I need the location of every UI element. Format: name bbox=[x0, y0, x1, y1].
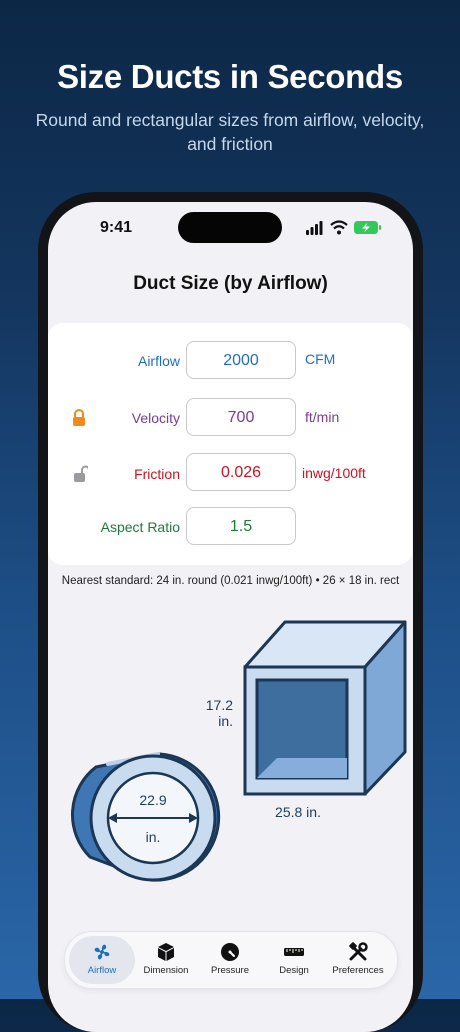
dynamic-island bbox=[178, 212, 282, 243]
airflow-unit: CFM bbox=[305, 351, 336, 367]
velocity-unit: ft/min bbox=[305, 409, 340, 425]
input-card: Airflow 2000 CFM Velocity 700 ft/min Fri… bbox=[48, 323, 412, 565]
velocity-input[interactable]: 700 bbox=[186, 398, 296, 436]
aspect-ratio-input[interactable]: 1.5 bbox=[186, 507, 296, 545]
tab-design[interactable]: Design bbox=[261, 936, 327, 984]
signal-icon bbox=[306, 221, 323, 235]
status-icons bbox=[306, 220, 381, 235]
nearest-standard-text: Nearest standard: 24 in. round (0.021 in… bbox=[61, 575, 400, 587]
tab-pressure[interactable]: Pressure bbox=[197, 936, 263, 984]
hero-title: Size Ducts in Seconds bbox=[57, 58, 403, 95]
tab-bar: Airflow Dimension Pressure Design Prefer… bbox=[64, 931, 398, 989]
tab-dimension[interactable]: Dimension bbox=[133, 936, 199, 984]
rectangular-duct-icon bbox=[243, 620, 407, 796]
tab-preferences-label: Preferences bbox=[332, 965, 384, 976]
battery-icon bbox=[354, 221, 381, 234]
tools-icon bbox=[349, 942, 368, 961]
duct-illustration: 17.2 in. 25.8 in. 22.9 in. bbox=[71, 620, 407, 882]
fan-icon bbox=[94, 944, 110, 960]
tab-airflow[interactable]: Airflow bbox=[69, 936, 135, 984]
screen-title: Duct Size (by Airflow) bbox=[133, 273, 328, 294]
round-diameter-unit: in. bbox=[146, 829, 161, 845]
rect-height-value: 17.2 bbox=[206, 697, 233, 713]
friction-unit: inwg/100ft bbox=[302, 465, 366, 481]
aspect-ratio-label: Aspect Ratio bbox=[100, 519, 180, 535]
ruler-icon bbox=[284, 948, 304, 956]
status-time: 9:41 bbox=[100, 219, 133, 236]
friction-label: Friction bbox=[134, 466, 180, 482]
gauge-icon bbox=[221, 943, 239, 961]
wifi-icon bbox=[330, 220, 348, 235]
cube-icon bbox=[158, 943, 174, 961]
rect-height-unit: in. bbox=[218, 713, 233, 729]
rect-width-label: 25.8 in. bbox=[275, 804, 321, 820]
tab-preferences[interactable]: Preferences bbox=[325, 936, 391, 984]
velocity-label: Velocity bbox=[131, 410, 180, 426]
round-duct-icon bbox=[71, 752, 221, 882]
airflow-input[interactable]: 2000 bbox=[186, 341, 296, 379]
friction-input[interactable]: 0.026 bbox=[186, 453, 296, 491]
round-diameter-value: 22.9 bbox=[139, 792, 166, 808]
airflow-label: Airflow bbox=[137, 353, 180, 369]
hero-subtitle: Round and rectangular sizes from airflow… bbox=[35, 110, 425, 154]
app-screen: 9:41 Duct Size (by Airflow) Airflow 2000… bbox=[48, 202, 413, 1032]
